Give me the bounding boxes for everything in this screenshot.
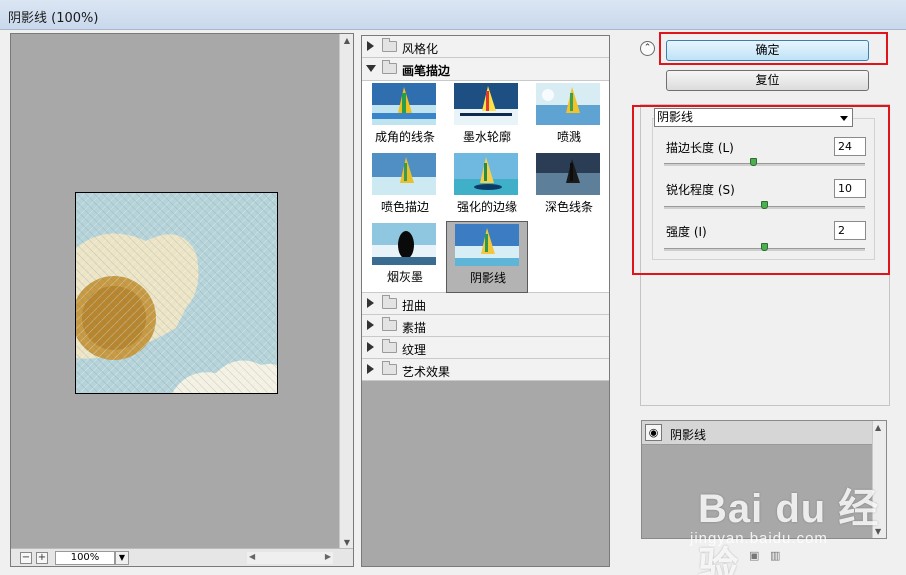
- folder-icon: [382, 38, 397, 52]
- dropdown-arrow-icon[interactable]: [840, 116, 848, 121]
- filter-select[interactable]: 阴影线: [654, 108, 853, 127]
- preview-image: [75, 192, 278, 394]
- folder-open-icon: [382, 60, 397, 74]
- param-value-sharpness[interactable]: 10: [834, 179, 866, 198]
- watermark: Bai du 经验 jingyan.baidu.com: [690, 476, 890, 575]
- effect-layer-row[interactable]: ◉ 阴影线: [642, 421, 872, 445]
- thumbnail-label: 强化的边缘: [456, 200, 517, 214]
- thumbnail-label: 喷溅: [556, 130, 581, 144]
- thumb-accented-edges[interactable]: 成角的线条: [364, 81, 446, 151]
- param-label-sharpness: 锐化程度 (S): [666, 183, 735, 197]
- expand-arrow-icon[interactable]: [367, 342, 374, 352]
- preview-horizontal-scrollbar[interactable]: ◀ ▶: [247, 552, 333, 564]
- zoom-dropdown-icon[interactable]: ▼: [115, 551, 129, 565]
- param-label-strength: 强度 (I): [666, 225, 707, 239]
- preview-zoom-bar: − + 100% ▼ ◀ ▶: [11, 548, 353, 566]
- thumbnail-image: [454, 153, 518, 195]
- category-label: 纹理: [402, 343, 427, 357]
- preview-panel: ▲ ▼ − + 100% ▼ ◀ ▶: [10, 33, 354, 567]
- watermark-url: jingyan.baidu.com: [690, 530, 828, 547]
- thumb-ink-outlines[interactable]: 墨水轮廓: [446, 81, 528, 151]
- category-label: 风格化: [402, 42, 439, 56]
- thumbnail-label: 喷色描边: [380, 200, 429, 214]
- reset-button[interactable]: 复位: [666, 70, 869, 91]
- param-value-strength[interactable]: 2: [834, 221, 866, 240]
- thumb-spatter[interactable]: 喷溅: [528, 81, 609, 151]
- thumb-crosshatch[interactable]: 阴影线: [446, 221, 528, 293]
- category-sketch[interactable]: 素描: [362, 315, 609, 337]
- slider-thumb-stroke-length[interactable]: [750, 158, 758, 166]
- eye-icon[interactable]: ◉: [645, 424, 662, 441]
- zoom-in-button[interactable]: +: [36, 552, 48, 564]
- thumbnail-image: [372, 223, 436, 265]
- zoom-level-field[interactable]: 100%: [55, 551, 115, 565]
- scroll-right-icon[interactable]: ▶: [325, 552, 331, 561]
- slider-thumb-strength[interactable]: [760, 243, 768, 251]
- thumb-accented-edges-strong[interactable]: 强化的边缘: [446, 151, 528, 221]
- ok-button[interactable]: 确定: [666, 40, 869, 61]
- expand-arrow-icon[interactable]: [367, 320, 374, 330]
- category-distort[interactable]: 扭曲: [362, 293, 609, 315]
- preview-vertical-scrollbar[interactable]: ▲ ▼: [339, 34, 353, 550]
- param-label-stroke-length: 描边长度 (L): [666, 141, 734, 155]
- filter-select-value: 阴影线: [657, 110, 694, 124]
- filter-thumbnails: 成角的线条 墨水轮廓 喷溅 喷色描边 强化的边缘 深色线条 烟灰墨 阴影线: [362, 81, 609, 293]
- thumbnail-image: [372, 153, 436, 195]
- thumbnail-label: 深色线条: [544, 200, 593, 214]
- category-label: 画笔描边: [402, 64, 451, 78]
- expand-arrow-icon[interactable]: [367, 41, 374, 51]
- thumbnail-image: [372, 83, 436, 125]
- expand-arrow-icon[interactable]: [367, 298, 374, 308]
- category-stylize[interactable]: 风格化: [362, 36, 609, 58]
- effect-layer-name: 阴影线: [670, 428, 707, 442]
- watermark-brand: Bai du 经验: [698, 487, 880, 575]
- thumb-sumi-e[interactable]: 烟灰墨: [364, 221, 446, 291]
- category-brush-strokes[interactable]: 画笔描边: [362, 58, 609, 81]
- thumb-sprayed-strokes[interactable]: 喷色描边: [364, 151, 446, 221]
- scroll-left-icon[interactable]: ◀: [249, 552, 255, 561]
- thumbnail-image: [455, 224, 519, 266]
- category-label: 艺术效果: [402, 365, 451, 379]
- category-artistic[interactable]: 艺术效果: [362, 359, 609, 381]
- folder-icon: [382, 361, 397, 375]
- category-label: 素描: [402, 321, 427, 335]
- zoom-out-button[interactable]: −: [20, 552, 32, 564]
- folder-icon: [382, 339, 397, 353]
- folder-icon: [382, 295, 397, 309]
- category-label: 扭曲: [402, 299, 427, 313]
- slider-thumb-sharpness[interactable]: [760, 201, 768, 209]
- thumb-dark-strokes[interactable]: 深色线条: [528, 151, 609, 221]
- thumbnail-image: [454, 83, 518, 125]
- collapse-gallery-icon[interactable]: ⌃: [640, 41, 655, 56]
- scroll-down-icon[interactable]: ▼: [342, 538, 352, 548]
- expand-arrow-icon[interactable]: [367, 364, 374, 374]
- param-value-stroke-length[interactable]: 24: [834, 137, 866, 156]
- window-title: 阴影线 (100%): [8, 11, 99, 26]
- thumbnail-image: [536, 83, 600, 125]
- thumbnail-label: 阴影线: [469, 271, 506, 285]
- category-texture[interactable]: 纹理: [362, 337, 609, 359]
- slider-stroke-length[interactable]: [664, 163, 865, 166]
- thumbnail-label: 成角的线条: [374, 130, 435, 144]
- thumbnail-image: [536, 153, 600, 195]
- title-bar: 阴影线 (100%): [0, 0, 906, 30]
- thumbnail-label: 烟灰墨: [386, 270, 423, 284]
- scroll-up-icon[interactable]: ▲: [875, 423, 881, 432]
- thumbnail-label: 墨水轮廓: [462, 130, 511, 144]
- filter-gallery: 风格化 画笔描边 成角的线条 墨水轮廓 喷溅 喷色描边 强化的边缘 深色线条 烟…: [361, 35, 610, 567]
- folder-icon: [382, 317, 397, 331]
- scroll-up-icon[interactable]: ▲: [342, 36, 352, 46]
- collapse-arrow-icon[interactable]: [366, 65, 376, 72]
